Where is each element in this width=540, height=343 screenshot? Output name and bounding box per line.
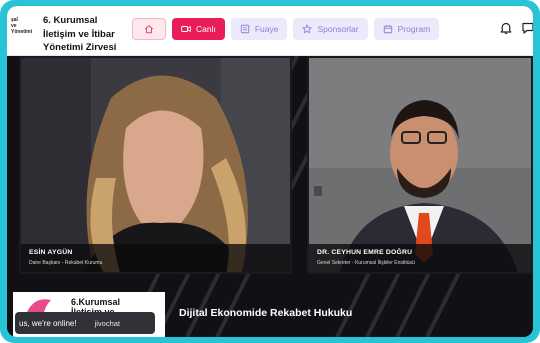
event-title-line: 6. Kurumsal	[43, 15, 98, 26]
speaker-caption-left: ESİN AYGÜN Daire Başkanı - Rekabet Kurum…	[21, 244, 290, 272]
app-screen: şal ve Yönetimi 6. Kurumsal İletişim ve …	[7, 6, 533, 337]
speaker-video-left[interactable]: ESİN AYGÜN Daire Başkanı - Rekabet Kurum…	[19, 56, 292, 274]
live-button-label: Canlı	[196, 24, 216, 34]
live-stage: ESİN AYGÜN Daire Başkanı - Rekabet Kurum…	[7, 56, 533, 337]
speaker-video-image	[309, 58, 531, 272]
event-title-line: İletişim ve İtibar	[43, 28, 115, 40]
sponsors-button[interactable]: Sponsorlar	[293, 18, 368, 40]
program-button-label: Program	[397, 24, 431, 34]
live-chat-widget[interactable]: us, we're online! jivochat	[15, 312, 155, 334]
speaker-video-image	[21, 58, 290, 272]
event-logo-line: 6.Kurumsal	[71, 297, 121, 307]
chat-bubble-icon[interactable]	[521, 21, 533, 35]
program-button[interactable]: Program	[373, 18, 440, 40]
side-logo-text: şal ve Yönetimi	[11, 17, 37, 35]
event-title-line: Yönetimi Zirvesi	[43, 42, 117, 53]
live-button[interactable]: Canlı	[172, 18, 225, 40]
calendar-icon	[383, 25, 392, 34]
video-camera-icon	[181, 26, 191, 32]
side-logo-line: Yönetimi	[11, 29, 33, 35]
speaker-role: Genel Sekreter - Kurumsal İlişkiler Enst…	[317, 260, 415, 266]
foyer-icon	[240, 24, 250, 34]
chat-widget-brand: jivochat	[94, 318, 120, 328]
bell-icon[interactable]	[499, 21, 513, 35]
speaker-name: DR. CEYHUN EMRE DOĞRU	[317, 249, 413, 256]
speaker-role: Daire Başkanı - Rekabet Kurumu	[29, 260, 103, 266]
home-button[interactable]	[132, 18, 166, 40]
session-title: Dijital Ekonomide Rekabet Hukuku	[179, 307, 353, 319]
speaker-name: ESİN AYGÜN	[29, 249, 73, 256]
event-title[interactable]: 6. Kurumsal İletişim ve İtibar Yönetimi …	[43, 14, 139, 55]
chat-widget-text: us, we're online!	[19, 318, 77, 328]
main-nav: Canlı Fuaye Sponsorlar Program	[132, 18, 440, 40]
speaker-video-right[interactable]: DR. CEYHUN EMRE DOĞRU Genel Sekreter - K…	[307, 56, 533, 274]
speaker-caption-right: DR. CEYHUN EMRE DOĞRU Genel Sekreter - K…	[309, 244, 531, 272]
sponsors-button-label: Sponsorlar	[317, 24, 359, 34]
home-icon	[144, 25, 154, 34]
foyer-button[interactable]: Fuaye	[230, 18, 288, 40]
device-frame: şal ve Yönetimi 6. Kurumsal İletişim ve …	[0, 0, 540, 343]
top-header: şal ve Yönetimi 6. Kurumsal İletişim ve …	[7, 6, 533, 56]
foyer-button-label: Fuaye	[254, 24, 279, 34]
star-icon	[302, 24, 313, 34]
